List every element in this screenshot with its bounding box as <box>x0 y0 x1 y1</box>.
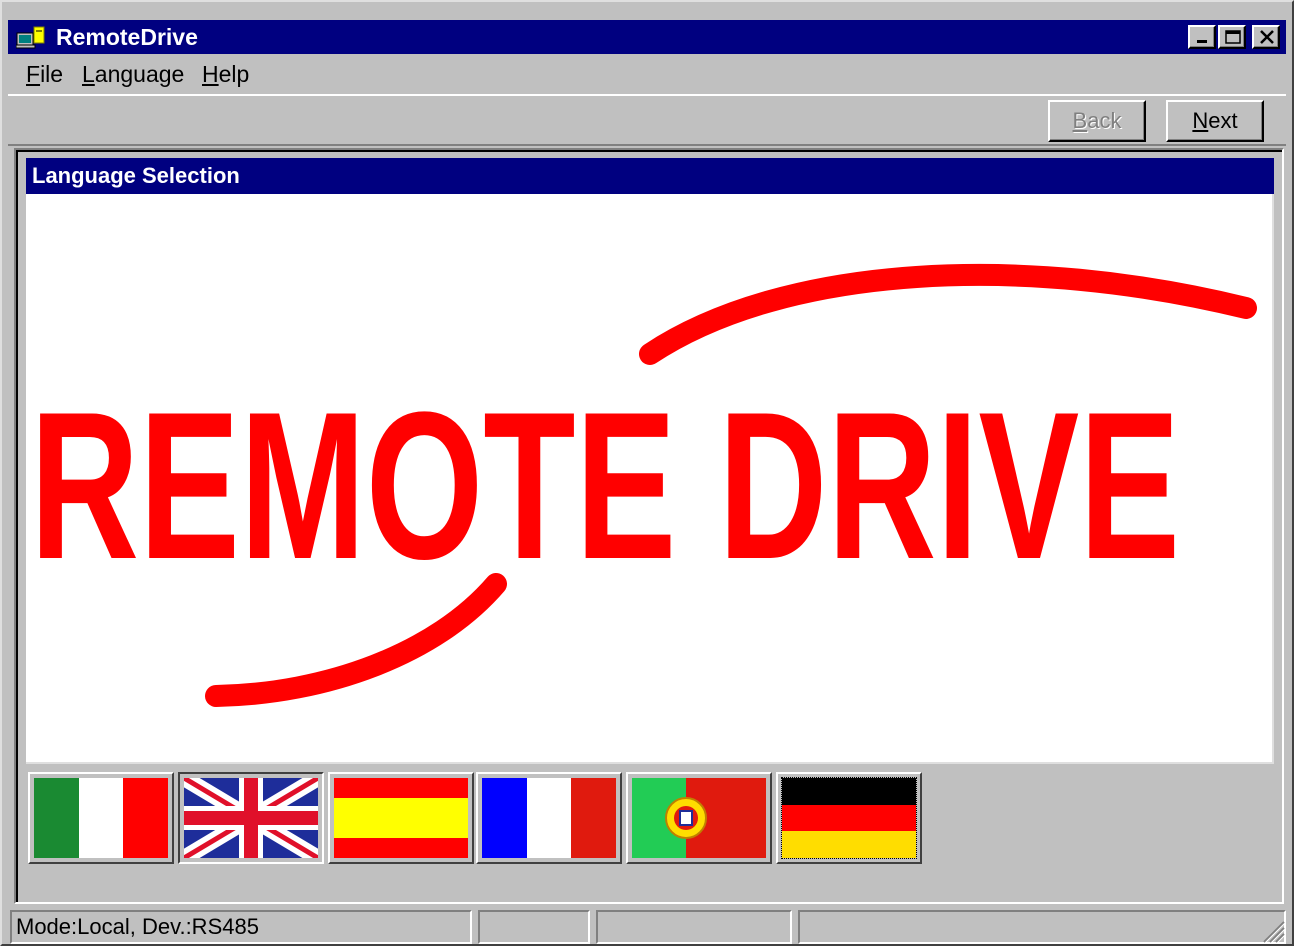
language-flag-bar <box>28 768 928 868</box>
resize-grip-icon[interactable] <box>1260 918 1286 944</box>
spain-flag-icon <box>334 778 468 858</box>
section-header: Language Selection <box>26 158 1274 194</box>
language-button-italy[interactable] <box>28 772 174 864</box>
app-computer-icon[interactable] <box>15 25 50 49</box>
remote-drive-logo: REMOTE DRIVE <box>30 264 1257 707</box>
status-bar: Mode:Local, Dev.:RS485 <box>8 908 1288 946</box>
status-mode: Mode:Local, Dev.:RS485 <box>10 910 472 944</box>
menu-file[interactable]: File <box>26 60 63 88</box>
logo-text: REMOTE DRIVE <box>30 368 1180 603</box>
france-flag-icon <box>482 778 616 858</box>
next-button[interactable]: Next <box>1166 100 1264 142</box>
maximize-button[interactable] <box>1218 25 1246 49</box>
title-bar[interactable]: RemoteDrive <box>8 20 1286 54</box>
close-icon <box>1260 30 1274 44</box>
status-cell-2 <box>478 910 590 944</box>
minimize-button[interactable] <box>1188 25 1216 49</box>
window-title: RemoteDrive <box>56 24 198 50</box>
status-cell-3 <box>596 910 792 944</box>
back-button[interactable]: Back <box>1048 100 1146 142</box>
logo-area: REMOTE DRIVE <box>26 194 1274 764</box>
germany-flag-icon <box>782 778 916 858</box>
status-cell-4 <box>798 910 1286 944</box>
maximize-icon <box>1225 30 1241 44</box>
language-button-portugal[interactable] <box>626 772 772 864</box>
minimize-icon <box>1197 40 1207 43</box>
portugal-flag-icon <box>632 778 766 858</box>
language-button-spain[interactable] <box>328 772 474 864</box>
content-panel: Language Selection REMOTE DRIVE <box>14 148 1284 904</box>
menu-language[interactable]: Language <box>82 60 184 88</box>
language-button-france[interactable] <box>476 772 622 864</box>
navigation-toolbar: Back Next <box>8 94 1286 146</box>
language-button-germany[interactable] <box>776 772 922 864</box>
uk-flag-icon <box>184 778 318 858</box>
app-window: RemoteDrive File Language Help Back Next… <box>0 0 1294 946</box>
menu-help[interactable]: Help <box>202 60 249 88</box>
language-button-uk[interactable] <box>178 772 324 864</box>
content-panel-inner: Language Selection REMOTE DRIVE <box>16 150 1282 902</box>
close-button[interactable] <box>1252 25 1280 49</box>
italy-flag-icon <box>34 778 168 858</box>
menu-bar: File Language Help <box>8 56 1286 92</box>
